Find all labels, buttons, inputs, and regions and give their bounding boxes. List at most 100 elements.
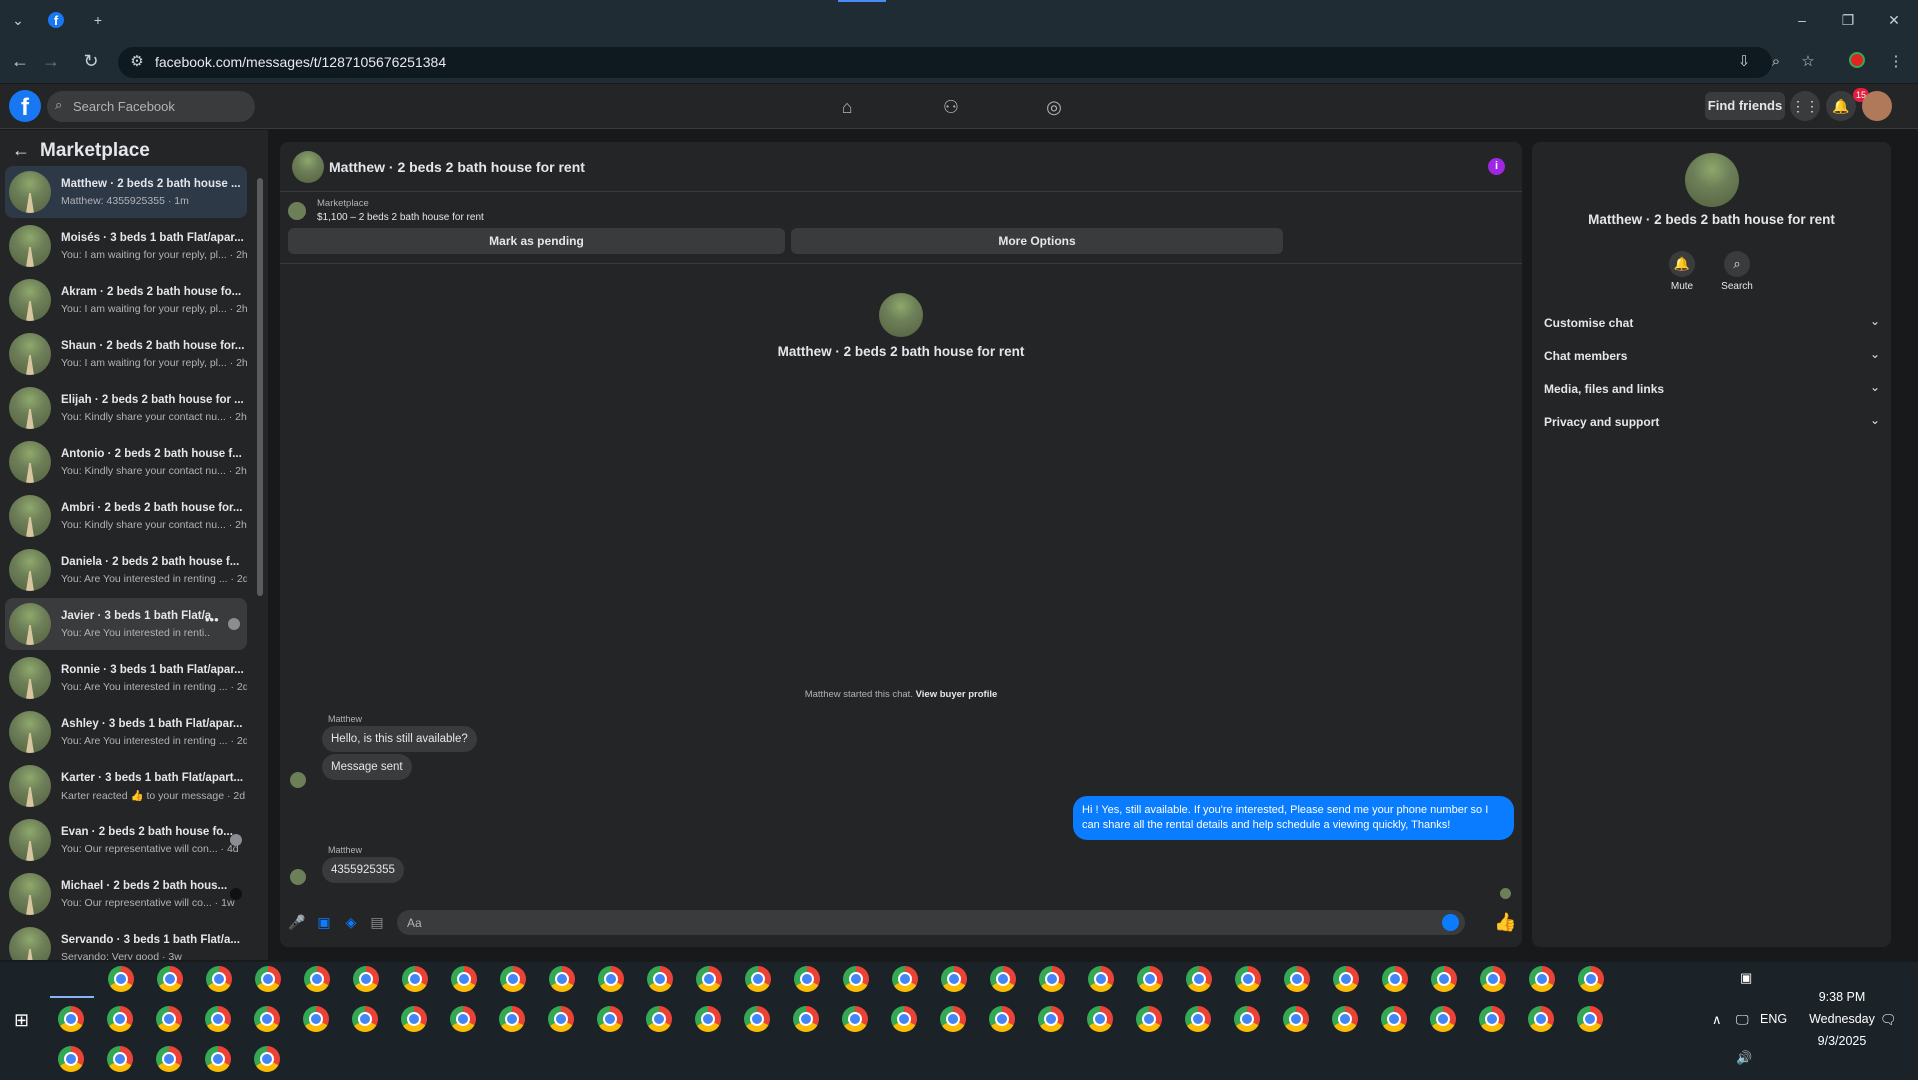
more-options-button[interactable]: More Options <box>791 228 1283 254</box>
gif-icon[interactable]: ▤ <box>368 913 386 931</box>
chrome-taskbar-icon[interactable] <box>107 1046 133 1072</box>
network-icon[interactable]: 🖵 <box>1736 1012 1749 1028</box>
extension-icon[interactable] <box>1849 52 1865 68</box>
conversation-item[interactable]: Servando · 3 beds 1 bath Flat/a... Serva… <box>5 922 247 960</box>
reload-icon[interactable]: ↻ <box>80 50 102 72</box>
chrome-taskbar-icon[interactable] <box>156 1006 182 1032</box>
customise-chat-section[interactable]: Customise chat ⌄ <box>1544 310 1880 336</box>
chrome-taskbar-icon[interactable] <box>940 1006 966 1032</box>
conversation-item[interactable]: Shaun · 2 beds 2 bath house for... You: … <box>5 328 247 380</box>
chrome-taskbar-icon[interactable] <box>695 1006 721 1032</box>
conversation-item[interactable]: Michael · 2 beds 2 bath hous... You: Our… <box>5 868 247 920</box>
chrome-taskbar-icon[interactable] <box>1234 1006 1260 1032</box>
url-text[interactable]: facebook.com/messages/t/1287105676251384 <box>155 54 446 70</box>
chrome-taskbar-icon[interactable] <box>1479 1006 1505 1032</box>
home-icon[interactable]: ⌂ <box>832 92 862 122</box>
chrome-taskbar-icon[interactable] <box>1136 1006 1162 1032</box>
conversation-item[interactable]: Javier · 3 beds 1 bath Flat/ar You: Are … <box>5 598 247 650</box>
conversation-item[interactable]: Evan · 2 beds 2 bath house fo... You: Ou… <box>5 814 247 866</box>
chrome-taskbar-icon[interactable] <box>549 966 575 992</box>
find-friends-button[interactable]: Find friends <box>1705 92 1785 120</box>
chrome-taskbar-icon[interactable] <box>793 1006 819 1032</box>
notifications-bell-icon[interactable]: 🔔 <box>1826 91 1856 121</box>
chrome-taskbar-icon[interactable] <box>206 966 232 992</box>
info-icon[interactable]: i <box>1488 158 1505 175</box>
chrome-taskbar-icon[interactable] <box>891 1006 917 1032</box>
chrome-taskbar-icon[interactable] <box>205 1046 231 1072</box>
microphone-icon[interactable]: 🎤 <box>288 913 306 931</box>
address-bar[interactable]: ⚙ facebook.com/messages/t/12871056762513… <box>118 47 1815 78</box>
more-options-icon[interactable]: ••• <box>205 612 219 627</box>
bookmark-star-icon[interactable]: ☆ <box>1798 52 1818 72</box>
zoom-icon[interactable]: ⌕ <box>1766 52 1786 72</box>
chrome-taskbar-icon[interactable] <box>1430 1006 1456 1032</box>
restore-icon[interactable]: ❐ <box>1838 10 1858 30</box>
groups-icon[interactable]: ◎ <box>1039 92 1069 122</box>
emoji-icon[interactable] <box>1442 914 1459 931</box>
screen-icon[interactable]: ▣ <box>1740 970 1752 986</box>
chrome-taskbar-icon[interactable] <box>58 1046 84 1072</box>
conversation-item[interactable]: Moisés · 3 beds 1 bath Flat/apar... You:… <box>5 220 247 272</box>
mute-button[interactable]: 🔔 Mute <box>1652 251 1712 292</box>
chrome-taskbar-icon[interactable] <box>450 1006 476 1032</box>
chrome-taskbar-icon[interactable] <box>1381 1006 1407 1032</box>
chrome-taskbar-icon[interactable] <box>647 966 673 992</box>
chrome-taskbar-icon[interactable] <box>1087 1006 1113 1032</box>
chrome-taskbar-icon[interactable] <box>843 966 869 992</box>
install-app-icon[interactable]: ⇩ <box>1734 52 1754 72</box>
conversation-item[interactable]: Daniela · 2 beds 2 bath house f... You: … <box>5 544 247 596</box>
chrome-taskbar-icon[interactable] <box>58 1006 84 1032</box>
show-hidden-icons-icon[interactable]: ∧ <box>1712 1012 1722 1028</box>
clock-time[interactable]: 9:38 PM <box>1806 990 1878 1004</box>
chrome-taskbar-icon[interactable] <box>1431 966 1457 992</box>
chrome-taskbar-icon[interactable] <box>597 1006 623 1032</box>
chrome-taskbar-icon[interactable] <box>1039 966 1065 992</box>
chrome-taskbar-icon[interactable] <box>646 1006 672 1032</box>
system-message[interactable]: Message sent <box>322 754 412 780</box>
chrome-taskbar-icon[interactable] <box>157 966 183 992</box>
chrome-taskbar-icon[interactable] <box>892 966 918 992</box>
site-info-icon[interactable]: ⚙ <box>127 52 147 72</box>
chrome-taskbar-icon[interactable] <box>696 966 722 992</box>
facebook-tab-favicon[interactable]: f <box>48 12 64 28</box>
back-arrow-icon[interactable]: ← <box>12 140 30 161</box>
chrome-taskbar-icon[interactable] <box>1578 966 1604 992</box>
facebook-search-input[interactable]: ⌕ Search Facebook <box>47 91 255 122</box>
chrome-taskbar-icon[interactable] <box>1137 966 1163 992</box>
forward-icon[interactable]: → <box>40 50 62 72</box>
chrome-taskbar-icon[interactable] <box>1332 1006 1358 1032</box>
chrome-taskbar-icon[interactable] <box>451 966 477 992</box>
language-indicator[interactable]: ENG <box>1760 1012 1787 1026</box>
outgoing-message[interactable]: Hi ! Yes, still available. If you're int… <box>1073 796 1514 840</box>
chat-avatar[interactable] <box>292 151 324 183</box>
chrome-taskbar-icon[interactable] <box>1038 1006 1064 1032</box>
chrome-taskbar-icon[interactable] <box>1283 1006 1309 1032</box>
conversation-item[interactable]: Ronnie · 3 beds 1 bath Flat/apar... You:… <box>5 652 247 704</box>
list-scrollbar[interactable] <box>257 178 263 596</box>
chrome-taskbar-icon[interactable] <box>254 1006 280 1032</box>
conversation-item[interactable]: Karter · 3 beds 1 bath Flat/apart... Kar… <box>5 760 247 812</box>
chrome-taskbar-icon[interactable] <box>1186 966 1212 992</box>
chrome-taskbar-icon[interactable] <box>1088 966 1114 992</box>
windows-start-icon[interactable]: ⊞ <box>14 1010 29 1031</box>
clock-day[interactable]: Wednesday <box>1796 1012 1888 1026</box>
contact-avatar[interactable] <box>1685 153 1739 207</box>
chrome-taskbar-icon[interactable] <box>205 1006 231 1032</box>
conversation-item[interactable]: Ashley · 3 beds 1 bath Flat/apar... You:… <box>5 706 247 758</box>
sticker-icon[interactable]: ◈ <box>342 913 360 931</box>
chrome-taskbar-icon[interactable] <box>500 966 526 992</box>
chrome-taskbar-icon[interactable] <box>156 1046 182 1072</box>
chrome-taskbar-icon[interactable] <box>794 966 820 992</box>
clock-date[interactable]: 9/3/2025 <box>1806 1034 1878 1048</box>
tab-search-icon[interactable]: ⌄ <box>8 10 28 30</box>
conversation-item[interactable]: Akram · 2 beds 2 bath house fo... You: I… <box>5 274 247 326</box>
privacy-support-section[interactable]: Privacy and support ⌄ <box>1544 409 1880 435</box>
chrome-taskbar-icon[interactable] <box>941 966 967 992</box>
chrome-taskbar-icon[interactable] <box>989 1006 1015 1032</box>
volume-icon[interactable]: 🔊 <box>1736 1050 1752 1066</box>
chrome-taskbar-icon[interactable] <box>1284 966 1310 992</box>
chrome-taskbar-icon[interactable] <box>107 1006 133 1032</box>
media-files-links-section[interactable]: Media, files and links ⌄ <box>1544 376 1880 402</box>
chrome-taskbar-icon[interactable] <box>303 1006 329 1032</box>
chrome-taskbar-icon[interactable] <box>1528 1006 1554 1032</box>
